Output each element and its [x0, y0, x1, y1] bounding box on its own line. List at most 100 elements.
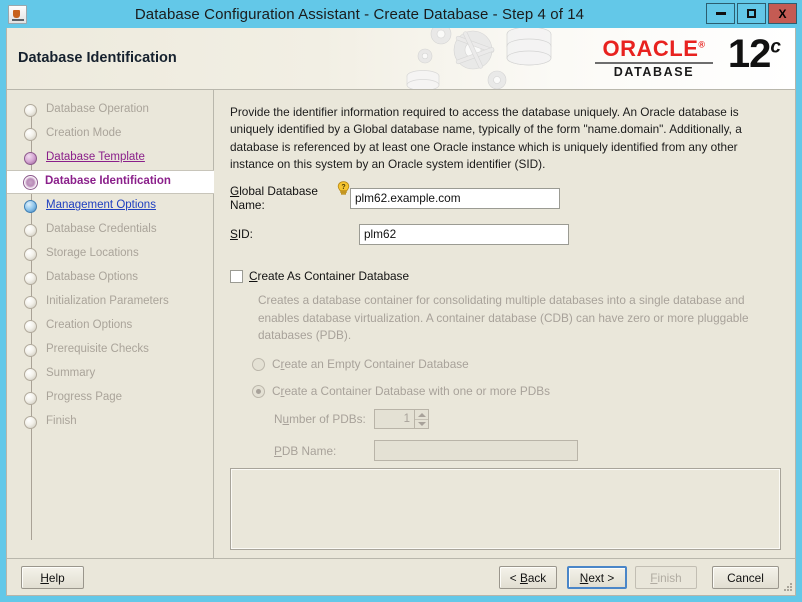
sidebar-item-label: Finish	[46, 415, 77, 428]
step-node-icon	[24, 199, 37, 213]
step-node-icon-current	[23, 174, 38, 190]
step-node-icon	[24, 319, 37, 333]
sidebar-item-label: Progress Page	[46, 391, 123, 404]
sidebar-item-management-options[interactable]: Management Options	[7, 194, 213, 218]
create-container-db-with-pdbs-row[interactable]: Create a Container Database with one or …	[252, 384, 779, 398]
sidebar-item-creation-options[interactable]: Creation Options	[7, 314, 213, 338]
next-button[interactable]: Next >	[567, 566, 627, 589]
container-db-description: Creates a database container for consoli…	[258, 293, 749, 342]
sidebar-item-storage-locations[interactable]: Storage Locations	[7, 242, 213, 266]
number-of-pdbs-row: Number of PDBs: 1	[274, 409, 779, 430]
create-as-container-db-label: Create As Container Database	[249, 269, 410, 284]
help-button[interactable]: Help	[21, 566, 84, 589]
pdb-name-label: PDB Name:	[274, 443, 337, 458]
global-db-name-label-text: lobal Database Name:	[230, 184, 318, 213]
cancel-button[interactable]: Cancel	[712, 566, 779, 589]
number-of-pdbs-value[interactable]: 1	[374, 409, 414, 430]
sidebar-item-progress-page[interactable]: Progress Page	[7, 386, 213, 410]
create-as-container-db-checkbox[interactable]	[230, 269, 243, 283]
pdb-name-row: PDB Name:	[274, 440, 779, 462]
sidebar-item-database-operation[interactable]: Database Operation	[7, 98, 213, 122]
main-content: Provide the identifier information requi…	[214, 90, 795, 558]
oracle-database-text: DATABASE	[613, 65, 695, 79]
sidebar-item-label: Database Identification	[45, 175, 171, 188]
step-node-icon	[24, 127, 37, 141]
create-as-container-db-row[interactable]: Create As Container Database	[230, 269, 779, 283]
resize-grip-icon[interactable]	[781, 582, 793, 594]
sidebar-item-label: Creation Options	[46, 319, 133, 332]
create-as-container-db-label-text: reate As Container Database	[257, 269, 410, 284]
global-db-name-row: Global Database Name: ? plm62.example.co…	[230, 181, 779, 213]
sidebar-item-database-template[interactable]: Database Template	[7, 146, 213, 170]
stepper-decrement-button[interactable]	[415, 418, 428, 429]
window-controls: X	[706, 3, 797, 24]
next-button-label: Next >	[579, 570, 615, 585]
sidebar-item-prerequisite-checks[interactable]: Prerequisite Checks	[7, 338, 213, 362]
create-container-db-with-pdbs-radio[interactable]	[252, 384, 265, 398]
create-empty-container-db-label: Create an Empty Container Database	[272, 357, 469, 372]
pdb-name-input[interactable]	[374, 440, 578, 462]
gears-database-artwork	[406, 28, 552, 89]
help-bulb-icon[interactable]: ?	[337, 181, 350, 196]
create-container-db-with-pdbs-label-text: eate a Container Database with one or mo…	[284, 384, 551, 399]
sid-label-text: ID:	[237, 227, 253, 242]
number-of-pdbs-label: Number of PDBs:	[274, 412, 366, 427]
oracle-wordmark-text: ORACLE	[602, 36, 699, 61]
maximize-button[interactable]	[737, 3, 766, 24]
sidebar-item-label: Database Options	[46, 271, 139, 284]
help-button-label: Help	[40, 570, 65, 585]
finish-button: Finish	[635, 566, 697, 589]
step-node-icon	[24, 247, 37, 261]
page-title: Database Identification	[18, 50, 177, 66]
container-database-section: Create As Container Database Creates a d…	[230, 269, 779, 462]
create-empty-container-db-radio[interactable]	[252, 357, 265, 371]
step-node-icon	[24, 295, 37, 309]
minimize-button[interactable]	[706, 3, 735, 24]
step-node-icon	[24, 103, 37, 117]
window-title: Database Configuration Assistant - Creat…	[134, 5, 585, 23]
sidebar-item-label: Initialization Parameters	[46, 295, 169, 308]
sidebar-item-label: Database Template	[46, 151, 145, 164]
pdb-name-label-text: DB Name:	[281, 443, 337, 458]
version-number: 12	[727, 32, 771, 76]
global-db-name-label: Global Database Name: ?	[230, 181, 350, 213]
sidebar-item-database-identification[interactable]: Database Identification	[7, 170, 214, 194]
chevron-up-icon	[417, 412, 426, 417]
sidebar-item-label: Creation Mode	[46, 127, 122, 140]
sidebar-item-label: Summary	[46, 367, 96, 380]
number-of-pdbs-stepper[interactable]: 1	[374, 409, 429, 430]
sid-input[interactable]: plm62	[359, 223, 569, 245]
version-suffix: c	[770, 36, 781, 58]
sidebar-item-initialization-parameters[interactable]: Initialization Parameters	[7, 290, 213, 314]
back-button-label: < Back	[509, 570, 547, 585]
minimize-icon	[715, 12, 726, 15]
stepper-increment-button[interactable]	[415, 410, 428, 419]
step-node-icon	[24, 415, 37, 429]
button-bar: Help < Back Next > Finish Cancel	[7, 558, 795, 595]
step-node-icon	[24, 391, 37, 405]
sidebar-item-label: Storage Locations	[46, 247, 139, 260]
sidebar-item-database-options[interactable]: Database Options	[7, 266, 213, 290]
create-empty-container-db-label-text: eate an Empty Container Database	[284, 357, 469, 372]
oracle-wordmark: ORACLE®	[602, 36, 706, 61]
sidebar-item-database-credentials[interactable]: Database Credentials	[7, 218, 213, 242]
svg-text:?: ?	[341, 184, 345, 191]
create-empty-container-db-row[interactable]: Create an Empty Container Database	[252, 357, 779, 371]
maximize-icon	[747, 9, 756, 18]
sid-row: SID: plm62	[230, 223, 779, 245]
step-node-icon	[24, 223, 37, 237]
back-button[interactable]: < Back	[499, 566, 557, 589]
global-db-name-input[interactable]: plm62.example.com	[350, 187, 560, 209]
version-badge: 12c	[728, 34, 781, 74]
close-button[interactable]: X	[768, 3, 797, 24]
sidebar-item-summary[interactable]: Summary	[7, 362, 213, 386]
finish-button-label: Finish	[650, 570, 682, 585]
sidebar-item-finish[interactable]: Finish	[7, 410, 213, 434]
sidebar-item-label: Database Credentials	[46, 223, 157, 236]
sidebar-item-creation-mode[interactable]: Creation Mode	[7, 122, 213, 146]
title-bar: Database Configuration Assistant - Creat…	[0, 0, 802, 28]
step-node-icon	[24, 343, 37, 357]
sidebar-item-label: Management Options	[46, 199, 156, 212]
stepper-buttons	[414, 409, 429, 430]
step-node-icon	[24, 151, 37, 165]
